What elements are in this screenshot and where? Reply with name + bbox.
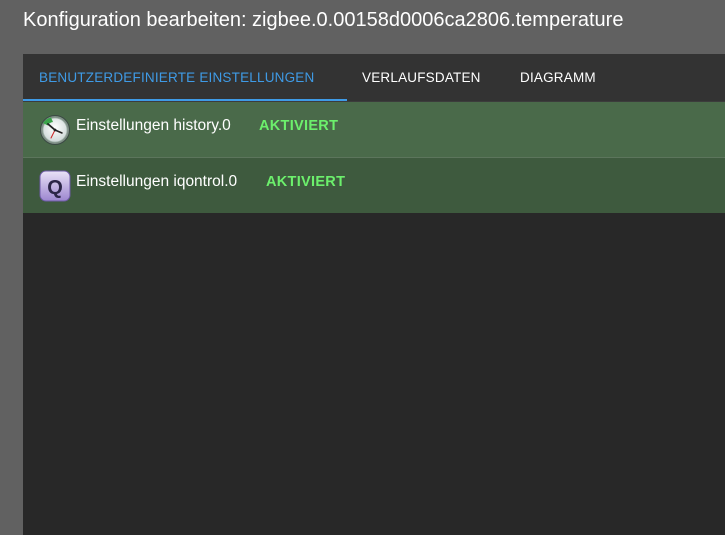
settings-panel: BENUTZERDEFINIERTE EINSTELLUNGEN VERLAUF… <box>23 54 725 535</box>
adapter-row-iqontrol[interactable]: Q Einstellungen iqontrol.0 AKTIVIERT <box>23 158 725 213</box>
tab-history-data[interactable]: VERLAUFSDATEN <box>362 54 481 101</box>
svg-text:Q: Q <box>47 177 63 199</box>
adapter-status: AKTIVIERT <box>266 174 346 190</box>
active-tab-indicator <box>23 99 347 101</box>
dialog-title: Konfiguration bearbeiten: zigbee.0.00158… <box>23 9 624 31</box>
tab-chart[interactable]: DIAGRAMM <box>520 54 596 101</box>
iqontrol-q-icon: Q <box>39 170 71 202</box>
history-clock-icon <box>39 114 71 146</box>
tab-custom-settings[interactable]: BENUTZERDEFINIERTE EINSTELLUNGEN <box>39 54 314 101</box>
tab-bar: BENUTZERDEFINIERTE EINSTELLUNGEN VERLAUF… <box>23 54 725 102</box>
adapter-row-history[interactable]: Einstellungen history.0 AKTIVIERT <box>23 102 725 157</box>
adapter-label: Einstellungen iqontrol.0 <box>76 173 238 190</box>
adapter-status: AKTIVIERT <box>259 118 339 134</box>
adapter-label: Einstellungen history.0 <box>76 117 231 134</box>
